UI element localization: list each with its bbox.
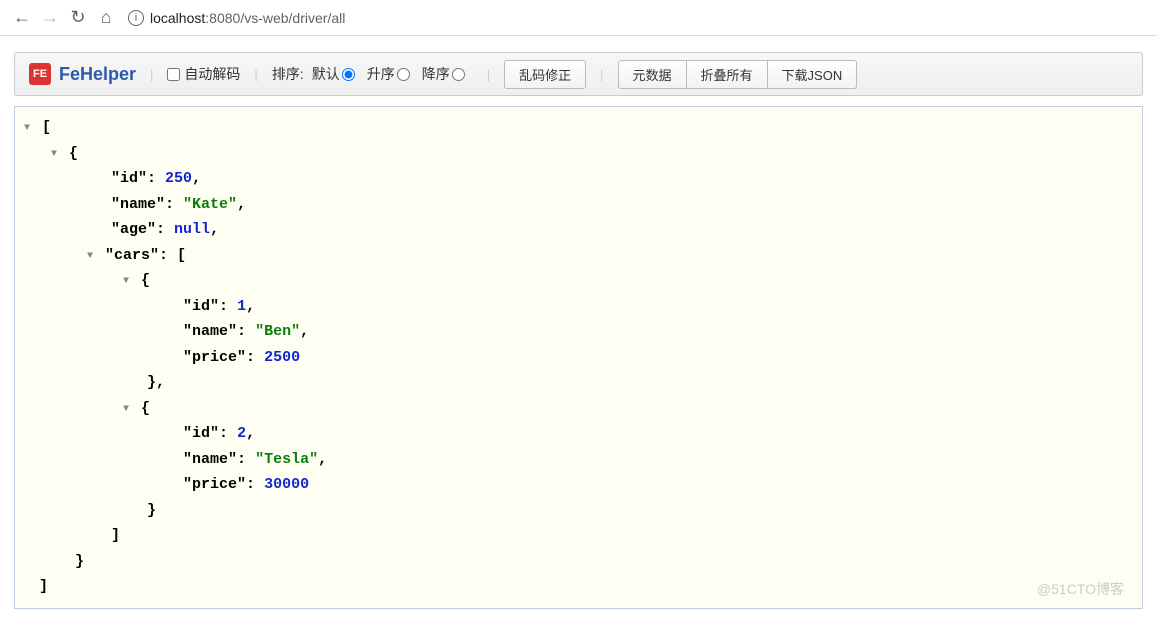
fehelper-toolbar: FE FeHelper | 自动解码 | 排序: 默认 升序 降序 | 乱码修正… bbox=[14, 52, 1143, 96]
auto-decode-checkbox[interactable]: 自动解码 bbox=[167, 64, 240, 84]
raw-data-button[interactable]: 元数据 bbox=[618, 60, 687, 89]
json-key: "price" bbox=[183, 349, 246, 366]
toggle-icon[interactable]: ▼ bbox=[120, 273, 132, 290]
url-host: localhost bbox=[150, 10, 205, 26]
sort-asc-radio[interactable]: 升序 bbox=[367, 64, 410, 84]
json-value: 1 bbox=[237, 298, 246, 315]
json-value: "Tesla" bbox=[255, 451, 318, 468]
fix-encoding-button[interactable]: 乱码修正 bbox=[504, 60, 586, 89]
sort-radio-group: 默认 升序 降序 bbox=[312, 64, 473, 84]
auto-decode-input[interactable] bbox=[167, 68, 180, 81]
json-key: "cars" bbox=[105, 247, 159, 264]
sort-default-radio[interactable]: 默认 bbox=[312, 64, 355, 84]
sort-label: 排序: bbox=[272, 64, 304, 84]
separator: | bbox=[254, 67, 257, 82]
json-value: null bbox=[174, 221, 210, 238]
json-key: "price" bbox=[183, 476, 246, 493]
nav-forward-button[interactable]: → bbox=[36, 4, 64, 32]
json-value: "Kate" bbox=[183, 196, 237, 213]
json-key: "id" bbox=[111, 170, 147, 187]
auto-decode-label: 自动解码 bbox=[184, 64, 240, 84]
json-value: 2 bbox=[237, 425, 246, 442]
json-value: "Ben" bbox=[255, 323, 300, 340]
url-port: :8080 bbox=[205, 10, 240, 26]
nav-home-button[interactable]: ⌂ bbox=[92, 4, 120, 32]
url-text: localhost:8080/vs-web/driver/all bbox=[150, 10, 345, 26]
download-json-button[interactable]: 下载JSON bbox=[767, 60, 858, 89]
action-button-group: 元数据 折叠所有 下载JSON bbox=[618, 60, 858, 89]
json-key: "name" bbox=[183, 451, 237, 468]
nav-reload-button[interactable]: ↻ bbox=[64, 4, 92, 32]
json-value: 30000 bbox=[264, 476, 309, 493]
url-path: /vs-web/driver/all bbox=[240, 10, 345, 26]
separator: | bbox=[600, 67, 603, 82]
json-key: "age" bbox=[111, 221, 156, 238]
browser-toolbar: ← → ↻ ⌂ i localhost:8080/vs-web/driver/a… bbox=[0, 0, 1157, 36]
separator: | bbox=[487, 67, 490, 82]
collapse-all-button[interactable]: 折叠所有 bbox=[686, 60, 768, 89]
json-value: 2500 bbox=[264, 349, 300, 366]
json-key: "id" bbox=[183, 298, 219, 315]
json-viewer: ▼ [ ▼ { "id": 250, "name": "Kate", "age"… bbox=[14, 106, 1143, 609]
json-key: "name" bbox=[183, 323, 237, 340]
nav-back-button[interactable]: ← bbox=[8, 4, 36, 32]
sort-desc-radio[interactable]: 降序 bbox=[422, 64, 465, 84]
toggle-icon[interactable]: ▼ bbox=[48, 146, 60, 163]
watermark: @51CTO博客 bbox=[1037, 578, 1124, 602]
brand[interactable]: FE FeHelper bbox=[29, 63, 136, 85]
brand-logo-icon: FE bbox=[29, 63, 51, 85]
site-info-icon[interactable]: i bbox=[128, 10, 144, 26]
json-key: "name" bbox=[111, 196, 165, 213]
separator: | bbox=[150, 67, 153, 82]
address-bar[interactable]: i localhost:8080/vs-web/driver/all bbox=[128, 10, 345, 26]
toggle-icon[interactable]: ▼ bbox=[21, 120, 33, 137]
json-key: "id" bbox=[183, 425, 219, 442]
json-value: 250 bbox=[165, 170, 192, 187]
toggle-icon[interactable]: ▼ bbox=[84, 248, 96, 265]
toggle-icon[interactable]: ▼ bbox=[120, 401, 132, 418]
brand-label: FeHelper bbox=[59, 64, 136, 85]
